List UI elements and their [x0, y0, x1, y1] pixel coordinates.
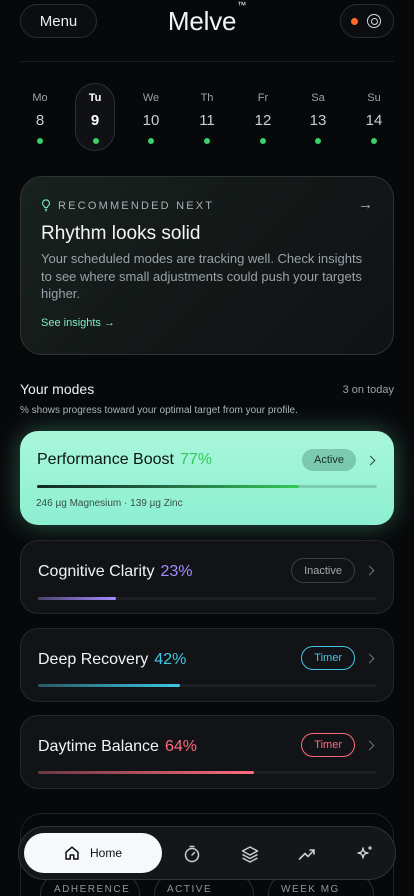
mode-percent: 42%	[154, 651, 187, 668]
mode-progress-bar	[38, 771, 376, 774]
day-fr[interactable]: Fr 12	[243, 84, 283, 150]
mode-percent: 77%	[179, 451, 212, 468]
profile-target-button[interactable]	[340, 4, 394, 38]
chevron-right-icon[interactable]	[364, 740, 375, 751]
bottom-nav: Home	[18, 826, 396, 880]
mode-progress-bar	[38, 597, 376, 600]
recommendation-card[interactable]: RECOMMENDED NEXT → Rhythm looks solid Yo…	[20, 176, 394, 355]
mode-progress-fill	[38, 597, 116, 600]
day-status-dot	[148, 138, 154, 144]
mode-title: Cognitive Clarity 23%	[38, 563, 193, 581]
recommendation-eyebrow-text: RECOMMENDED NEXT	[58, 199, 215, 212]
chevron-right-icon[interactable]	[364, 653, 375, 664]
stat-label-week-mg: WEEK MG	[281, 884, 340, 895]
day-number: 13	[309, 112, 327, 129]
mode-progress-bar	[37, 485, 377, 488]
sparkle-icon[interactable]	[355, 844, 375, 864]
day-th[interactable]: Th 11	[187, 84, 227, 150]
recommendation-title: Rhythm looks solid	[41, 223, 201, 244]
mode-progress-bar	[38, 684, 376, 687]
mode-status-badge[interactable]: Active	[302, 449, 356, 471]
day-status-dot	[93, 138, 99, 144]
day-su[interactable]: Su 14	[354, 84, 394, 150]
mode-title: Deep Recovery 42%	[38, 651, 186, 669]
day-name: Su	[367, 92, 381, 104]
mode-card-deep-recovery[interactable]: Deep Recovery 42% Timer	[20, 628, 394, 702]
lightbulb-icon	[42, 199, 50, 212]
header-divider	[20, 61, 394, 62]
nav-home-label: Home	[89, 846, 122, 860]
day-name: Tu	[88, 92, 102, 104]
day-status-dot	[204, 138, 210, 144]
brand-name: Melve	[167, 6, 237, 36]
mode-title: Performance Boost 77%	[37, 451, 212, 469]
mode-name: Performance Boost	[37, 451, 174, 468]
recommendation-body: Your scheduled modes are tracking well. …	[41, 251, 363, 301]
mode-title: Daytime Balance 64%	[38, 738, 197, 756]
see-insights-link[interactable]: See insights →	[41, 317, 115, 329]
mode-progress-fill	[37, 485, 299, 488]
mode-detail: 246 µg Magnesium · 139 µg Zinc	[36, 498, 183, 509]
day-we[interactable]: We 10	[131, 84, 171, 150]
mode-progress-fill	[38, 684, 180, 687]
day-status-dot	[37, 138, 43, 144]
mode-percent: 23%	[160, 563, 193, 580]
week-strip: Mo 8 Tu 9 We 10 Th 11 Fr 12 Sa 13 Su 14	[12, 83, 402, 151]
nav-home-button[interactable]: Home	[24, 833, 162, 873]
day-number: 9	[90, 112, 100, 129]
stat-label-adherence: ADHERENCE	[54, 884, 131, 895]
mode-name: Daytime Balance	[38, 738, 159, 755]
modes-section-title: Your modes	[20, 381, 95, 397]
day-status-dot	[315, 138, 321, 144]
day-number: 12	[254, 112, 272, 129]
mode-card-daytime-balance[interactable]: Daytime Balance 64% Timer	[20, 715, 394, 789]
day-number: 10	[142, 112, 160, 129]
layers-icon[interactable]	[240, 844, 260, 864]
mode-name: Deep Recovery	[38, 651, 149, 668]
day-name: Sa	[311, 92, 325, 104]
status-dot-icon	[351, 18, 358, 25]
day-sa[interactable]: Sa 13	[298, 84, 338, 150]
modes-count: 3 on today	[342, 384, 394, 396]
mode-percent: 64%	[164, 738, 197, 755]
mode-status-badge[interactable]: Timer	[301, 646, 355, 670]
mode-progress-fill	[38, 771, 255, 774]
recommendation-eyebrow: RECOMMENDED NEXT	[41, 199, 214, 212]
app-header: Menu Melve™	[0, 0, 414, 62]
day-number: 11	[199, 112, 215, 129]
target-icon	[367, 14, 381, 28]
trademark-mark: ™	[237, 0, 247, 11]
day-name: Mo	[32, 92, 48, 104]
mode-card-cognitive-clarity[interactable]: Cognitive Clarity 23% Inactive	[20, 540, 394, 614]
day-name: Th	[200, 92, 214, 104]
timer-icon[interactable]	[182, 844, 202, 864]
stat-label-active: ACTIVE	[167, 884, 213, 895]
trend-icon[interactable]	[297, 844, 317, 864]
day-status-dot	[260, 138, 266, 144]
mode-status-badge[interactable]: Timer	[301, 733, 355, 757]
day-name: Fr	[257, 92, 269, 104]
day-tu[interactable]: Tu 9	[75, 83, 115, 151]
day-number: 14	[365, 112, 383, 129]
day-mo[interactable]: Mo 8	[20, 84, 60, 150]
mode-status-badge[interactable]: Inactive	[291, 558, 355, 583]
home-icon	[65, 846, 79, 860]
modes-note: % shows progress toward your optimal tar…	[20, 405, 298, 416]
arrow-right-icon[interactable]: →	[358, 196, 373, 213]
chevron-right-icon[interactable]	[365, 455, 376, 466]
mode-name: Cognitive Clarity	[38, 563, 155, 580]
chevron-right-icon[interactable]	[364, 565, 375, 576]
mode-card-performance-boost[interactable]: Performance Boost 77% Active 246 µg Magnesi…	[20, 431, 394, 525]
day-number: 8	[35, 112, 45, 129]
day-name: We	[142, 92, 160, 104]
day-status-dot	[371, 138, 377, 144]
